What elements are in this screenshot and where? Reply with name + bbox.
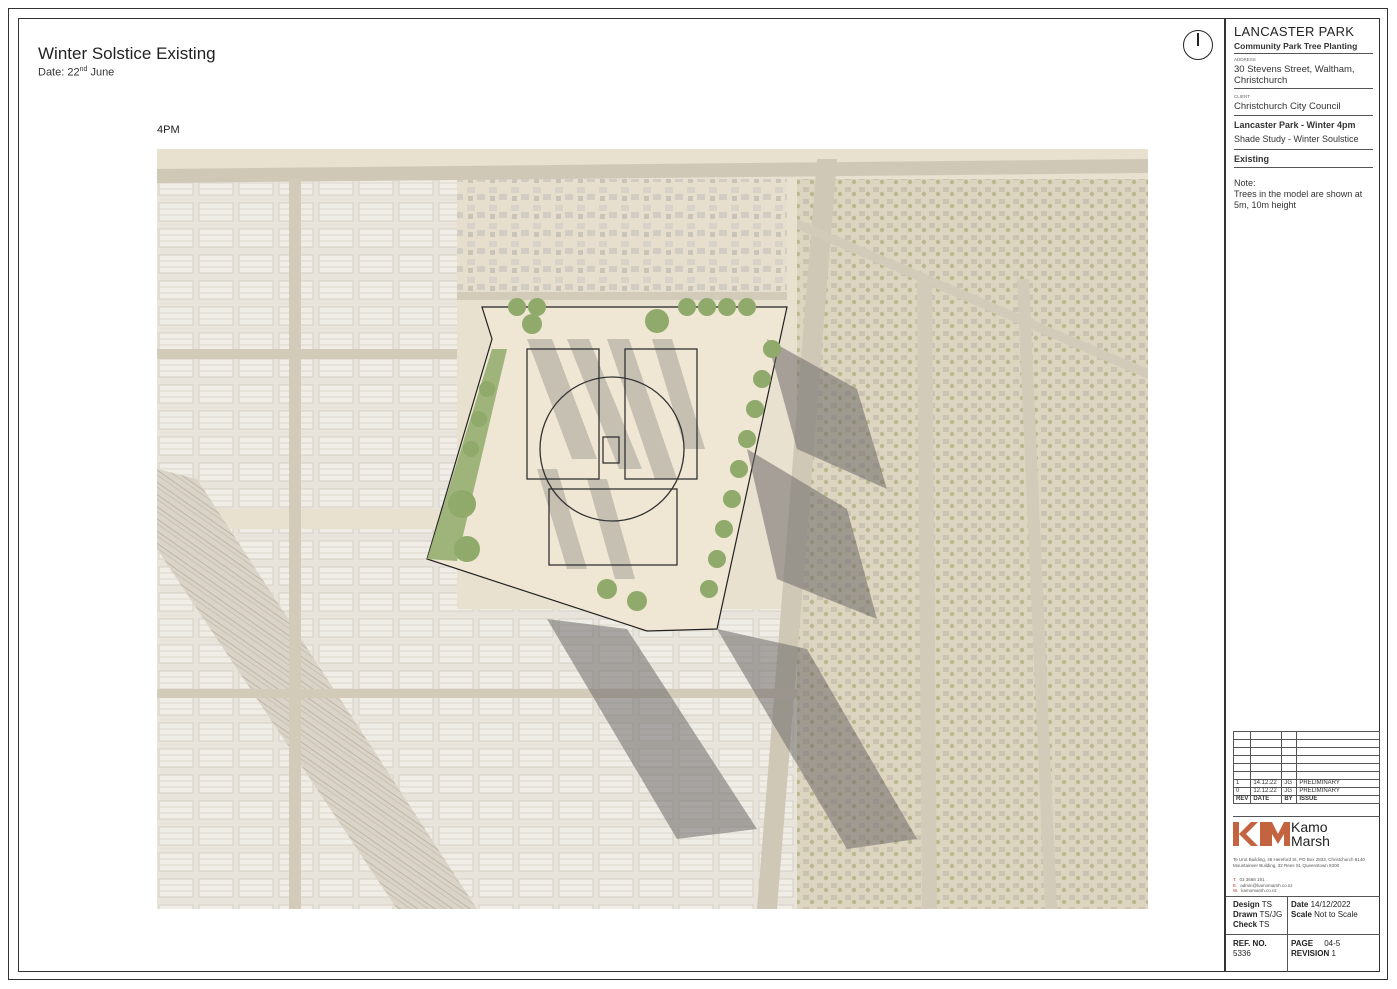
revision-row: 0 12.12.22 JG PRELIMINARY: [1232, 787, 1380, 796]
company-name: Kamo Marsh: [1291, 819, 1330, 849]
company-logo-icon: [1233, 822, 1290, 846]
client-name: Christchurch City Council: [1234, 101, 1341, 112]
project-address: 30 Stevens Street, Waltham, Christchurch: [1234, 64, 1355, 86]
drawing-status: Existing: [1234, 154, 1270, 164]
revision-header-row: REV DATE BY ISSUE: [1232, 795, 1380, 804]
drawing-subtitle: Shade Study - Winter Soulstice: [1234, 134, 1359, 144]
sheet-date: Date: 22nd June: [38, 66, 115, 79]
reference-number: REF. NO. 5336: [1233, 939, 1267, 958]
note-text: Trees in the model are shown at 5m, 10m …: [1234, 189, 1363, 210]
sheet-title: Winter Solstice Existing: [38, 44, 216, 63]
address-caption: ADDRESS: [1234, 57, 1256, 62]
revision-table: 1 14.12.22 JG PRELIMINARY 0 12.12.22 JG PRELIM…: [1232, 731, 1380, 804]
note-heading: Note:: [1234, 178, 1256, 188]
project-name: LANCASTER PARK: [1234, 24, 1355, 39]
date-scale-details: Date 14/12/2022 Scale Not to Scale: [1291, 900, 1358, 919]
client-caption: CLIENT: [1234, 94, 1251, 99]
company-address: Te Urut Building, 48 Hereford St, PO Box…: [1233, 857, 1365, 868]
drawing-title: Lancaster Park - Winter 4pm: [1234, 120, 1356, 130]
project-subtitle: Community Park Tree Planting: [1234, 41, 1358, 51]
aerial-shade-map: [157, 149, 1148, 909]
time-label: 4PM: [157, 124, 180, 136]
north-arrow-icon: [1183, 30, 1213, 60]
revision-row: 1 14.12.22 JG PRELIMINARY: [1232, 779, 1380, 788]
page-revision: PAGE 04-5 REVISION 1: [1291, 939, 1341, 958]
design-details: Design TS Drawn TS/JG Check TS: [1233, 900, 1283, 929]
company-contact: T. 03 3668 191 E. admin@kamomarsh.co.nz W.…: [1233, 877, 1293, 893]
